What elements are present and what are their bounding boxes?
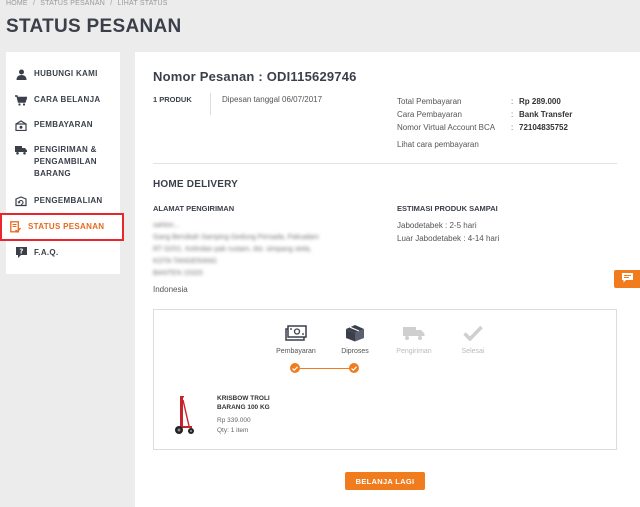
product-price: Rp 339.000: [217, 417, 251, 424]
breadcrumb-separator: /: [110, 0, 113, 7]
address-line: Gang Bersikah Samping Gedung Persada, Pa…: [153, 234, 319, 241]
faq-icon: ?: [15, 247, 27, 259]
sidebar-item-label: PEMBAYARAN: [34, 120, 93, 129]
sidebar-item-label: STATUS PESANAN: [28, 222, 105, 231]
step-done-indicator: [349, 363, 359, 373]
product-count: 1 PRODUK: [153, 95, 192, 104]
sidebar-item-label: F.A.Q.: [34, 248, 59, 257]
order-status-icon: [9, 221, 21, 233]
step-selesai: Selesai: [443, 322, 503, 355]
step-label: Selesai: [461, 348, 485, 355]
step-pembayaran: Pembayaran: [266, 322, 326, 355]
address-line: sahlon...: [153, 222, 180, 229]
live-chat-button[interactable]: [614, 270, 640, 288]
sidebar: HUBUNGI KAMI CARA BELANJA PEMBAYARAN PEN…: [0, 52, 124, 274]
sidebar-item-pengembalian[interactable]: PENGEMBALIAN: [6, 195, 120, 207]
svg-text:?: ?: [19, 248, 23, 256]
delivery-type-title: HOME DELIVERY: [153, 179, 239, 190]
estimate-list: Jabodetabek : 2-5 hari Luar Jabodetabek …: [397, 219, 499, 245]
page-title: STATUS PESANAN: [6, 16, 182, 37]
payment-colons: : : :: [511, 95, 513, 134]
sidebar-item-pembayaran[interactable]: PEMBAYARAN: [6, 119, 120, 131]
colon: :: [511, 123, 514, 132]
sidebar-item-status-pesanan[interactable]: STATUS PESANAN: [0, 213, 124, 241]
colon: :: [511, 97, 514, 106]
order-date: Dipesan tanggal 06/07/2017: [222, 95, 323, 104]
payment-method-label: Cara Pembayaran: [397, 110, 462, 119]
address-country: Indonesia: [153, 285, 188, 294]
shipping-address-blurred: sahlon... Gang Bersikah Samping Gedung P…: [153, 220, 319, 280]
checkmark-icon: [443, 322, 503, 344]
step-label: Pengiriman: [396, 348, 432, 355]
hand-trolley-image: [174, 394, 196, 436]
step-done-indicator: [290, 363, 300, 373]
shopping-cart-icon: [15, 94, 27, 106]
product-qty: Qty: 1 item: [217, 427, 249, 434]
sidebar-item-cara-belanja[interactable]: CARA BELANJA: [6, 94, 120, 106]
address-line: KOTA TANGERANG: [153, 258, 217, 265]
sidebar-item-faq[interactable]: ? F.A.Q.: [6, 247, 120, 259]
payment-icon: [15, 119, 27, 131]
order-number-title: Nomor Pesanan : ODI115629746: [153, 69, 357, 84]
breadcrumb-home[interactable]: HOME: [6, 0, 28, 7]
virtual-account-label: Nomor Virtual Account BCA: [397, 123, 496, 132]
shipping-truck-icon: [384, 322, 444, 344]
step-label: Diproses: [341, 348, 369, 355]
order-tracking-box: Pembayaran Diproses Pengiriman Selesai K…: [153, 309, 617, 450]
address-line: BANTEN 15320: [153, 270, 203, 277]
package-box-icon: [325, 322, 385, 344]
estimate-heading: ESTIMASI PRODUK SAMPAI: [397, 204, 498, 213]
step-label: Pembayaran: [276, 348, 316, 355]
sidebar-item-pengiriman[interactable]: PENGIRIMAN & PENGAMBILAN BARANG: [6, 144, 116, 180]
order-detail-panel: Nomor Pesanan : ODI115629746 1 PRODUK Di…: [135, 52, 640, 507]
chat-bubble-icon: [621, 270, 633, 288]
estimate-luar-jabodetabek: Luar Jabodetabek : 4-14 hari: [397, 234, 500, 243]
sidebar-item-label: PENGEMBALIAN: [34, 196, 103, 205]
total-payment-label: Total Pembayaran: [397, 97, 462, 106]
payment-method-value: Bank Transfer: [519, 110, 573, 119]
money-icon: [266, 322, 326, 344]
estimate-jabodetabek: Jabodetabek : 2-5 hari: [397, 221, 477, 230]
progress-connector: [300, 368, 352, 369]
sidebar-item-label: CARA BELANJA: [34, 95, 101, 104]
step-pengiriman: Pengiriman: [384, 322, 444, 355]
sidebar-item-label: PENGIRIMAN & PENGAMBILAN BARANG: [34, 145, 97, 178]
sidebar-item-label: HUBUNGI KAMI: [34, 69, 98, 78]
breadcrumb-status-pesanan[interactable]: STATUS PESANAN: [40, 0, 105, 7]
section-divider: [153, 163, 617, 164]
return-box-icon: [15, 195, 27, 207]
address-line: RT 02/01. Kelindan pak rustam, dst. simp…: [153, 246, 312, 253]
breadcrumb-separator: /: [32, 0, 36, 7]
breadcrumb-lihat-status: LIHAT STATUS: [117, 0, 168, 7]
payment-labels: Total Pembayaran Cara Pembayaran Nomor V…: [397, 95, 495, 134]
step-diproses: Diproses: [325, 322, 385, 355]
colon: :: [511, 110, 514, 119]
delivery-truck-icon: [15, 144, 27, 156]
product-name[interactable]: KRISBOW TROLI BARANG 100 KG: [217, 394, 297, 412]
payment-values: Rp 289.000 Bank Transfer 72104835752: [519, 95, 572, 134]
shipping-address-heading: ALAMAT PENGIRIMAN: [153, 204, 235, 213]
how-to-pay-link[interactable]: Lihat cara pembayaran: [397, 140, 479, 149]
breadcrumb: HOME / STATUS PESANAN / LIHAT STATUS: [6, 0, 171, 7]
sidebar-item-hubungi-kami[interactable]: HUBUNGI KAMI: [6, 68, 120, 80]
total-payment-value: Rp 289.000: [519, 97, 561, 106]
vertical-divider: [210, 93, 211, 115]
contact-person-icon: [15, 68, 27, 80]
virtual-account-value: 72104835752: [519, 123, 568, 132]
continue-shopping-button[interactable]: BELANJA LAGI: [345, 472, 425, 490]
